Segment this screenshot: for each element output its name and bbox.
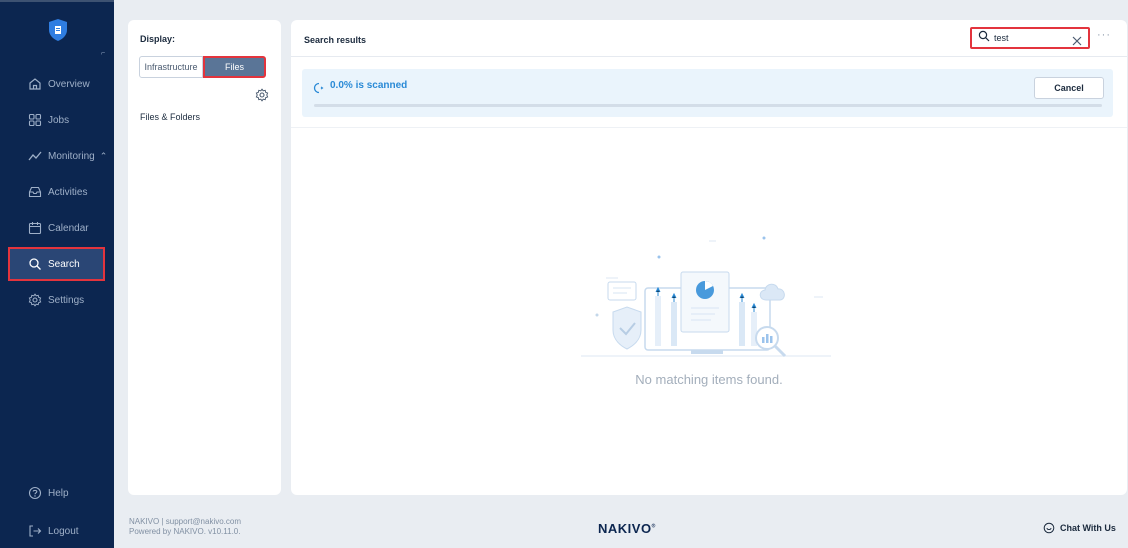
help-icon [28, 486, 42, 500]
sidebar-item-label: Settings [48, 294, 85, 306]
scan-divider [291, 127, 1127, 128]
chat-with-us-button[interactable]: Chat With Us [1043, 522, 1116, 534]
sidebar-item-overview[interactable]: Overview [8, 67, 105, 101]
sidebar-item-activities[interactable]: Activities [8, 175, 105, 209]
sidebar-item-label: Calendar [48, 222, 89, 234]
home-icon [28, 77, 42, 91]
sidebar-item-label: Activities [48, 186, 88, 198]
empty-state-message: No matching items found. [635, 372, 783, 387]
header-divider [291, 56, 1127, 57]
footer-support: NAKIVO | support@nakivo.com [129, 517, 242, 526]
tab-infrastructure[interactable]: Infrastructure [139, 56, 203, 78]
chat-icon [1043, 522, 1055, 534]
footer-info: NAKIVO | support@nakivo.com Powered by N… [129, 517, 241, 537]
search-results-panel: Search results ··· 0.0% is scanned Cance… [291, 20, 1127, 495]
cancel-button[interactable]: Cancel [1034, 77, 1104, 99]
nakivo-logo: NAKIVO® [598, 521, 656, 536]
display-title: Display: [140, 34, 176, 44]
scan-progress-text: 0.0% is scanned [330, 80, 408, 91]
search-icon [978, 29, 990, 47]
inbox-icon [28, 185, 42, 199]
sidebar-item-jobs[interactable]: Jobs [8, 103, 105, 137]
trend-icon [28, 149, 42, 163]
logout-icon [28, 524, 42, 538]
sidebar-item-search[interactable]: Search [8, 247, 105, 281]
no-results-illustration [581, 230, 831, 365]
gear-icon [28, 293, 42, 307]
sidebar-item-label: Jobs [48, 114, 70, 126]
sidebar: ⌐ Overview Jobs Monitoring ⌃ Activities … [0, 0, 114, 548]
results-title: Search results [304, 35, 367, 45]
chat-label: Chat With Us [1060, 523, 1116, 533]
files-folders-label: Files & Folders [140, 112, 201, 122]
display-toggle: Infrastructure Files [139, 56, 266, 78]
more-options-icon[interactable]: ··· [1097, 29, 1111, 41]
sidebar-item-label: Search [48, 258, 80, 270]
clear-search-icon[interactable] [1072, 33, 1082, 51]
sidebar-item-label: Overview [48, 78, 90, 90]
footer-version: Powered by NAKIVO. v10.11.0. [129, 527, 241, 536]
scan-status: 0.0% is scanned Cancel [302, 69, 1113, 117]
search-input[interactable] [994, 33, 1064, 43]
sidebar-item-monitoring[interactable]: Monitoring ⌃ [8, 139, 108, 173]
search-box [970, 27, 1090, 49]
collapse-handle[interactable]: ⌐ [101, 50, 105, 57]
calendar-icon [28, 221, 42, 235]
shield-logo-icon[interactable] [49, 19, 67, 41]
sidebar-item-settings[interactable]: Settings [8, 283, 105, 317]
sidebar-item-label: Monitoring [48, 150, 95, 162]
files-settings-gear-icon[interactable] [255, 88, 269, 107]
scan-progress-bar [314, 104, 1102, 107]
search-icon [28, 257, 42, 271]
sidebar-item-help[interactable]: Help [8, 476, 105, 510]
sidebar-item-label: Help [48, 487, 69, 499]
tab-files[interactable]: Files [203, 56, 266, 78]
spinner-icon [313, 81, 325, 99]
sidebar-item-logout[interactable]: Logout [8, 514, 105, 548]
sidebar-item-label: Logout [48, 525, 79, 537]
chevron-up-icon: ⌃ [99, 150, 108, 161]
sidebar-item-calendar[interactable]: Calendar [8, 211, 105, 245]
grid-icon [28, 113, 42, 127]
